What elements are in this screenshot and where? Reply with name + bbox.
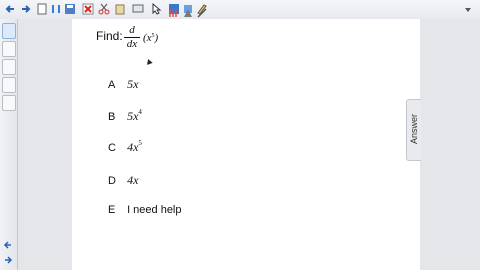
delete-icon[interactable] [82, 3, 94, 15]
sort-icon[interactable] [50, 3, 62, 15]
answer-pull-tab[interactable]: Answer [406, 99, 421, 161]
cut-icon[interactable] [98, 3, 110, 15]
forward-arrow-icon[interactable] [20, 3, 32, 15]
choice-base: 4x [127, 173, 139, 187]
choice-base: 5x [127, 77, 139, 91]
gallery-icon[interactable] [2, 41, 16, 57]
select-icon[interactable] [150, 3, 162, 15]
addons-icon[interactable] [2, 95, 16, 111]
choice-exponent: 5 [138, 139, 142, 147]
highlighter-icon[interactable] [168, 7, 180, 19]
expression-base: (x [143, 32, 152, 44]
sidebar-arrow-left-icon[interactable] [3, 240, 13, 250]
choice-letter: A [108, 79, 116, 91]
choice-exponent: 4 [138, 108, 142, 116]
save-icon[interactable] [64, 3, 76, 15]
choice-e[interactable]: E I need help [108, 204, 182, 216]
paste-icon[interactable] [114, 3, 126, 15]
choice-math: 4x5 [127, 139, 142, 154]
choice-d[interactable]: D 4x [108, 173, 138, 188]
derivative-fraction: d dx [124, 25, 140, 50]
line-icon[interactable] [196, 7, 208, 19]
screen-icon[interactable] [132, 3, 144, 15]
shape-icon[interactable] [182, 7, 194, 19]
choice-c[interactable]: C 4x5 [108, 139, 142, 155]
fraction-numerator: d [129, 24, 135, 36]
choice-math: 5x4 [127, 108, 142, 123]
answer-tab-label: Answer [409, 114, 419, 145]
fraction-denominator: dx [126, 38, 138, 50]
attachments-icon[interactable] [2, 59, 16, 75]
side-tabs [0, 19, 18, 270]
page-icon[interactable] [36, 3, 48, 15]
choice-a[interactable]: A 5x [108, 77, 138, 92]
choice-letter: C [108, 142, 116, 154]
sidebar-arrow-right-icon[interactable] [3, 255, 13, 265]
choice-base: 4x [127, 140, 139, 154]
choice-letter: E [108, 204, 116, 216]
back-arrow-icon[interactable] [4, 3, 16, 15]
question-expression: (x5) [143, 32, 158, 44]
choice-letter: D [108, 175, 116, 187]
question-prompt: Find: [96, 29, 123, 43]
choice-math: 4x [127, 173, 138, 187]
choice-letter: B [108, 111, 116, 123]
choice-text: I need help [127, 204, 182, 216]
choice-b[interactable]: B 5x4 [108, 108, 142, 124]
page-sorter-icon[interactable] [2, 23, 16, 39]
expression-close: ) [154, 32, 159, 44]
choice-math: 5x [127, 77, 138, 91]
more-icon[interactable] [462, 3, 474, 15]
main-toolbar [0, 0, 480, 20]
choice-base: 5x [127, 109, 139, 123]
canvas-margin-left [18, 19, 72, 270]
whiteboard-page[interactable]: Find: d dx (x5) A 5x B 5x4 C 4x5 D 4x E … [72, 19, 420, 270]
properties-icon[interactable] [2, 77, 16, 93]
canvas-margin-right [420, 19, 480, 270]
